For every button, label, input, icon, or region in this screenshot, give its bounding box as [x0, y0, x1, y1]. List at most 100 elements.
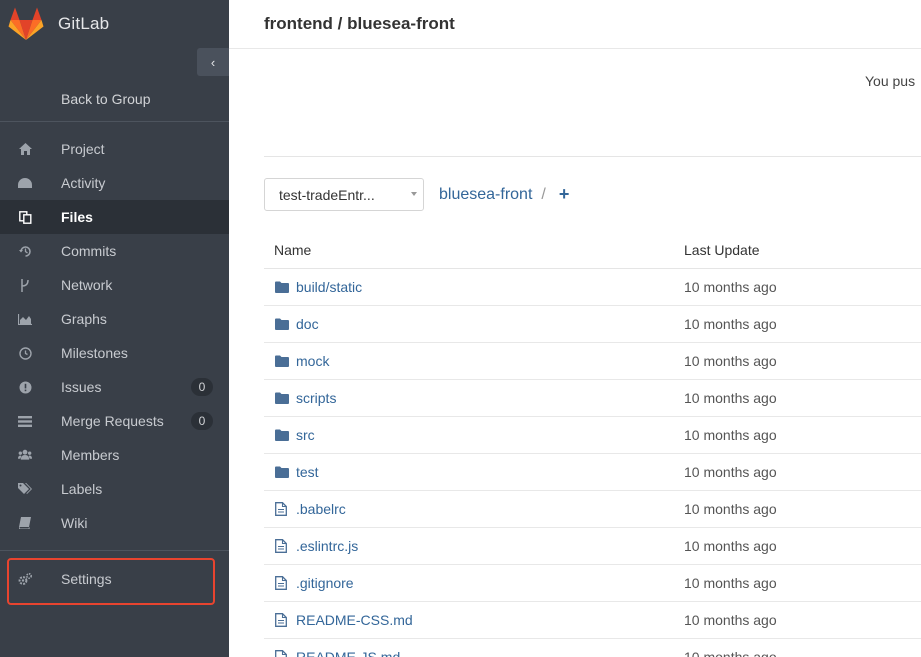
folder-icon	[275, 317, 289, 331]
sidebar-nav: Project Activity Files Commits Network G…	[0, 132, 229, 540]
sidebar-item-label: Network	[61, 277, 113, 293]
folder-icon	[275, 280, 289, 294]
last-update-time: 10 months ago	[684, 427, 777, 443]
file-name-link[interactable]: .gitignore	[296, 575, 354, 591]
sidebar-item-labels[interactable]: Labels	[0, 472, 229, 506]
table-header: Name Last Update	[264, 231, 921, 269]
gitlab-logo-icon	[8, 7, 44, 40]
folder-icon	[275, 354, 289, 368]
branch-select-value: test-tradeEntr...	[279, 186, 375, 203]
sidebar-item-label: Members	[61, 447, 120, 463]
sidebar-item-label: Graphs	[61, 311, 107, 327]
table-row[interactable]: src 10 months ago	[264, 417, 921, 454]
table-row[interactable]: .gitignore 10 months ago	[264, 565, 921, 602]
collapse-sidebar-button[interactable]: ‹	[197, 48, 229, 76]
settings-highlight-box	[7, 558, 215, 605]
sidebar-item-members[interactable]: Members	[0, 438, 229, 472]
exclamation-circle-icon	[18, 380, 32, 394]
sidebar-item-project[interactable]: Project	[0, 132, 229, 166]
sidebar-item-graphs[interactable]: Graphs	[0, 302, 229, 336]
folder-icon	[275, 465, 289, 479]
last-update-time: 10 months ago	[684, 612, 777, 628]
sidebar-item-files[interactable]: Files	[0, 200, 229, 234]
issues-count-badge: 0	[191, 378, 213, 396]
sidebar-item-milestones[interactable]: Milestones	[0, 336, 229, 370]
table-row[interactable]: .babelrc 10 months ago	[264, 491, 921, 528]
last-update-time: 10 months ago	[684, 501, 777, 517]
file-name-link[interactable]: src	[296, 427, 315, 443]
breadcrumb-separator: /	[541, 185, 546, 203]
sidebar-item-network[interactable]: Network	[0, 268, 229, 302]
page-title[interactable]: frontend / bluesea-front	[264, 14, 455, 34]
sidebar-item-label: Commits	[61, 243, 117, 259]
users-icon	[18, 448, 32, 462]
add-file-button[interactable]: +	[559, 184, 570, 205]
back-to-group-link[interactable]: Back to Group	[0, 76, 229, 122]
breadcrumb: bluesea-front / +	[439, 184, 569, 205]
file-name-link[interactable]: test	[296, 464, 319, 480]
last-update-time: 10 months ago	[684, 279, 777, 295]
table-row[interactable]: mock 10 months ago	[264, 343, 921, 380]
file-name-link[interactable]: build/static	[296, 279, 362, 295]
file-name-link[interactable]: .eslintrc.js	[296, 538, 358, 554]
sidebar-item-label: Milestones	[61, 345, 128, 361]
table-body: build/static 10 months ago doc 10 months ag…	[264, 269, 921, 657]
sidebar-item-label: Wiki	[61, 515, 88, 531]
breadcrumb-root-link[interactable]: bluesea-front	[439, 186, 532, 204]
file-name-link[interactable]: scripts	[296, 390, 336, 406]
file-tree-table: Name Last Update build/static 10 months a…	[264, 231, 921, 657]
chevron-left-icon: ‹	[210, 54, 216, 70]
sidebar-item-label: Files	[61, 209, 93, 225]
book-icon	[18, 516, 32, 530]
sidebar-item-wiki[interactable]: Wiki	[0, 506, 229, 540]
folder-icon	[275, 428, 289, 442]
sidebar-item-merge-requests[interactable]: Merge Requests 0	[0, 404, 229, 438]
table-row[interactable]: .eslintrc.js 10 months ago	[264, 528, 921, 565]
sidebar-item-label: Issues	[61, 379, 102, 395]
push-notice: You pus	[865, 73, 916, 89]
file-icon	[275, 613, 289, 627]
file-icon	[275, 502, 289, 516]
last-update-time: 10 months ago	[684, 575, 777, 591]
sidebar-item-label: Labels	[61, 481, 103, 497]
column-header-last-update: Last Update	[684, 242, 760, 258]
last-update-time: 10 months ago	[684, 464, 777, 480]
file-icon	[275, 576, 289, 590]
brand[interactable]: GitLab	[0, 0, 229, 48]
code-fork-icon	[18, 278, 32, 292]
last-update-time: 10 months ago	[684, 649, 777, 657]
last-update-time: 10 months ago	[684, 390, 777, 406]
sidebar-item-activity[interactable]: Activity	[0, 166, 229, 200]
column-header-name: Name	[274, 242, 312, 258]
last-update-time: 10 months ago	[684, 316, 777, 332]
table-row[interactable]: build/static 10 months ago	[264, 269, 921, 306]
file-name-link[interactable]: .babelrc	[296, 501, 346, 517]
sidebar: GitLab ‹ Back to Group Project Activity …	[0, 0, 229, 657]
last-update-time: 10 months ago	[684, 353, 777, 369]
table-row[interactable]: doc 10 months ago	[264, 306, 921, 343]
table-row[interactable]: README-CSS.md 10 months ago	[264, 602, 921, 639]
file-name-link[interactable]: doc	[296, 316, 319, 332]
table-row[interactable]: README-JS.md 10 months ago	[264, 639, 921, 657]
sidebar-item-label: Merge Requests	[61, 413, 164, 429]
sidebar-divider	[0, 550, 229, 551]
app-name: GitLab	[58, 14, 110, 33]
file-name-link[interactable]: README-JS.md	[296, 649, 400, 657]
file-name-link[interactable]: README-CSS.md	[296, 612, 413, 628]
file-icon	[275, 650, 289, 657]
sidebar-item-label: Activity	[61, 175, 106, 191]
files-icon	[18, 210, 32, 224]
branch-select[interactable]: test-tradeEntr...	[264, 178, 424, 211]
folder-icon	[275, 391, 289, 405]
file-name-link[interactable]: mock	[296, 353, 329, 369]
history-icon	[18, 244, 32, 258]
sidebar-item-issues[interactable]: Issues 0	[0, 370, 229, 404]
main-content: frontend / bluesea-front You pus test-tr…	[229, 0, 921, 657]
table-row[interactable]: test 10 months ago	[264, 454, 921, 491]
merge-requests-count-badge: 0	[191, 412, 213, 430]
table-row[interactable]: scripts 10 months ago	[264, 380, 921, 417]
file-icon	[275, 539, 289, 553]
sidebar-item-commits[interactable]: Commits	[0, 234, 229, 268]
header-bar: frontend / bluesea-front	[229, 0, 921, 49]
tasks-icon	[18, 414, 32, 428]
